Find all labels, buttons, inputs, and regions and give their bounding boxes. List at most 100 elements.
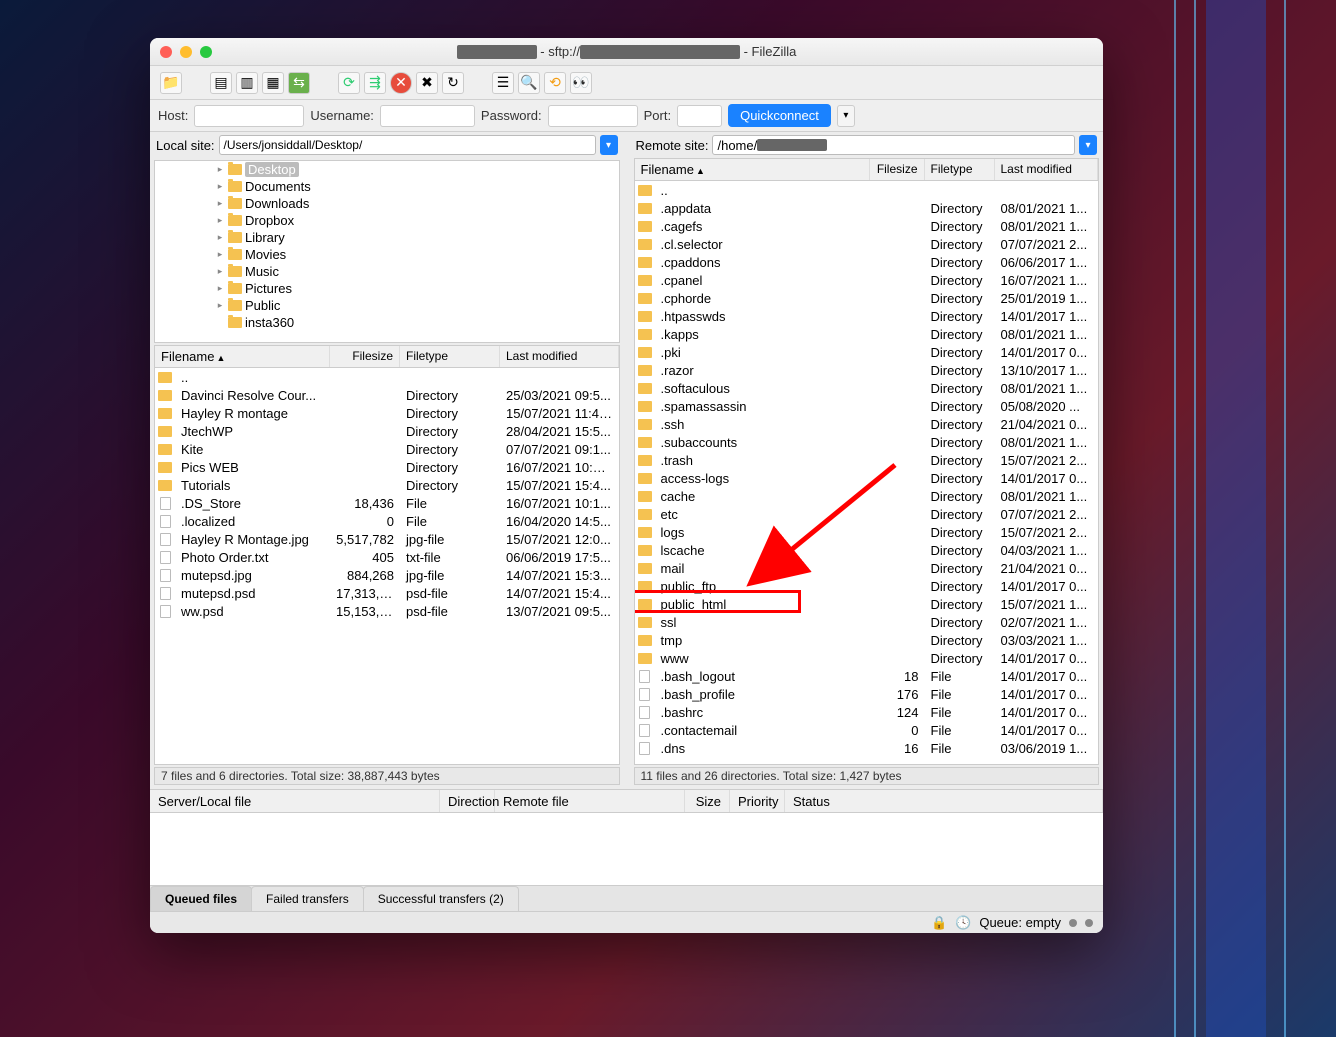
file-row[interactable]: logsDirectory15/07/2021 2... [635,523,1099,541]
file-row[interactable]: .cagefsDirectory08/01/2021 1... [635,217,1099,235]
process-queue-icon[interactable]: ⇶ [364,72,386,94]
file-row[interactable]: .appdataDirectory08/01/2021 1... [635,199,1099,217]
password-input[interactable] [548,105,638,127]
quickconnect-button[interactable]: Quickconnect [728,104,831,127]
file-row[interactable]: .cpanelDirectory16/07/2021 1... [635,271,1099,289]
col-priority[interactable]: Priority [730,790,785,812]
col-filesize[interactable]: Filesize [330,346,400,367]
tree-item[interactable]: insta360 [155,314,619,331]
file-row[interactable]: mailDirectory21/04/2021 0... [635,559,1099,577]
file-row[interactable]: public_ftpDirectory14/01/2017 0... [635,577,1099,595]
col-remotefile[interactable]: Remote file [495,790,685,812]
file-row[interactable]: .htpasswdsDirectory14/01/2017 1... [635,307,1099,325]
file-row[interactable]: .kappsDirectory08/01/2021 1... [635,325,1099,343]
file-row[interactable]: .softaculousDirectory08/01/2021 1... [635,379,1099,397]
file-row[interactable]: public_htmlDirectory15/07/2021 1... [635,595,1099,613]
col-filename[interactable]: Filename▲ [155,346,330,367]
file-row[interactable]: .spamassassinDirectory05/08/2020 ... [635,397,1099,415]
file-row[interactable]: mutepsd.psd17,313,532psd-file14/07/2021 … [155,584,619,602]
file-row[interactable]: Hayley R Montage.jpg5,517,782jpg-file15/… [155,530,619,548]
close-button[interactable] [160,46,172,58]
col-lastmod[interactable]: Last modified [500,346,619,367]
col-direction[interactable]: Direction [440,790,495,812]
file-row[interactable]: KiteDirectory07/07/2021 09:1... [155,440,619,458]
file-row[interactable]: etcDirectory07/07/2021 2... [635,505,1099,523]
file-row[interactable]: .. [635,181,1099,199]
file-row[interactable]: access-logsDirectory14/01/2017 0... [635,469,1099,487]
disconnect-icon[interactable]: ✖ [416,72,438,94]
col-lastmod[interactable]: Last modified [995,159,1099,180]
file-row[interactable]: Hayley R montageDirectory15/07/2021 11:4… [155,404,619,422]
file-row[interactable]: wwwDirectory14/01/2017 0... [635,649,1099,667]
col-status[interactable]: Status [785,790,1103,812]
sync-icon[interactable]: ⟲ [544,72,566,94]
zoom-button[interactable] [200,46,212,58]
sitemanager-icon[interactable]: 📁 [160,72,182,94]
local-file-list[interactable]: Filename▲ Filesize Filetype Last modifie… [154,345,620,765]
toggle-log-icon[interactable]: ▤ [210,72,232,94]
host-input[interactable] [194,105,304,127]
remote-site-path[interactable]: /home/ [712,135,1075,155]
file-row[interactable]: .bash_profile176File14/01/2017 0... [635,685,1099,703]
local-tree[interactable]: ▸Desktop▸Documents▸Downloads▸Dropbox▸Lib… [154,160,620,343]
tree-item[interactable]: ▸Pictures [155,280,619,297]
reconnect-icon[interactable]: ↻ [442,72,464,94]
file-row[interactable]: Pics WEBDirectory16/07/2021 10:15... [155,458,619,476]
file-row[interactable]: .DS_Store18,436File16/07/2021 10:1... [155,494,619,512]
file-row[interactable]: mutepsd.jpg884,268jpg-file14/07/2021 15:… [155,566,619,584]
col-filesize[interactable]: Filesize [870,159,925,180]
refresh-icon[interactable]: ⟳ [338,72,360,94]
file-row[interactable]: sslDirectory02/07/2021 1... [635,613,1099,631]
tree-item[interactable]: ▸Movies [155,246,619,263]
file-row[interactable]: .contactemail0File14/01/2017 0... [635,721,1099,739]
filter-icon[interactable]: ☰ [492,72,514,94]
file-row[interactable]: .localized0File16/04/2020 14:5... [155,512,619,530]
file-row[interactable]: .. [155,368,619,386]
tree-item[interactable]: ▸Dropbox [155,212,619,229]
toggle-tree-icon[interactable]: ▥ [236,72,258,94]
file-row[interactable]: .razorDirectory13/10/2017 1... [635,361,1099,379]
file-row[interactable]: ww.psd15,153,020psd-file13/07/2021 09:5.… [155,602,619,620]
tree-item[interactable]: ▸Documents [155,178,619,195]
file-row[interactable]: .sshDirectory21/04/2021 0... [635,415,1099,433]
tree-item[interactable]: ▸Downloads [155,195,619,212]
remote-file-list[interactable]: Filename▲ Filesize Filetype Last modifie… [634,158,1100,765]
username-input[interactable] [380,105,475,127]
col-filename[interactable]: Filename▲ [635,159,870,180]
toggle-compare-icon[interactable]: ⇆ [288,72,310,94]
col-filetype[interactable]: Filetype [400,346,500,367]
file-row[interactable]: .cl.selectorDirectory07/07/2021 2... [635,235,1099,253]
search-icon[interactable]: 🔍 [518,72,540,94]
tree-item[interactable]: ▸Public [155,297,619,314]
col-filetype[interactable]: Filetype [925,159,995,180]
file-row[interactable]: JtechWPDirectory28/04/2021 15:5... [155,422,619,440]
file-row[interactable]: Photo Order.txt405txt-file06/06/2019 17:… [155,548,619,566]
file-row[interactable]: .bash_logout18File14/01/2017 0... [635,667,1099,685]
col-serverfile[interactable]: Server/Local file [150,790,440,812]
tree-item[interactable]: ▸Library [155,229,619,246]
local-site-path[interactable]: /Users/jonsiddall/Desktop/ [219,135,596,155]
file-row[interactable]: tmpDirectory03/03/2021 1... [635,631,1099,649]
file-row[interactable]: .pkiDirectory14/01/2017 0... [635,343,1099,361]
file-row[interactable]: cacheDirectory08/01/2021 1... [635,487,1099,505]
tab-failed[interactable]: Failed transfers [251,886,364,911]
col-size[interactable]: Size [685,790,730,812]
tab-queued[interactable]: Queued files [150,886,252,911]
tree-item[interactable]: ▸Desktop [155,161,619,178]
tree-item[interactable]: ▸Music [155,263,619,280]
file-row[interactable]: .cpaddonsDirectory06/06/2017 1... [635,253,1099,271]
port-input[interactable] [677,105,722,127]
file-row[interactable]: lscacheDirectory04/03/2021 1... [635,541,1099,559]
remote-site-dropdown[interactable]: ▾ [1079,135,1097,155]
cancel-icon[interactable]: ✕ [390,72,412,94]
file-row[interactable]: .dns16File03/06/2019 1... [635,739,1099,757]
toggle-queue-icon[interactable]: ▦ [262,72,284,94]
file-row[interactable]: .trashDirectory15/07/2021 2... [635,451,1099,469]
minimize-button[interactable] [180,46,192,58]
file-row[interactable]: .subaccountsDirectory08/01/2021 1... [635,433,1099,451]
file-row[interactable]: TutorialsDirectory15/07/2021 15:4... [155,476,619,494]
file-row[interactable]: Davinci Resolve Cour...Directory25/03/20… [155,386,619,404]
local-site-dropdown[interactable]: ▾ [600,135,618,155]
binoculars-icon[interactable]: 👀 [570,72,592,94]
file-row[interactable]: .cphordeDirectory25/01/2019 1... [635,289,1099,307]
